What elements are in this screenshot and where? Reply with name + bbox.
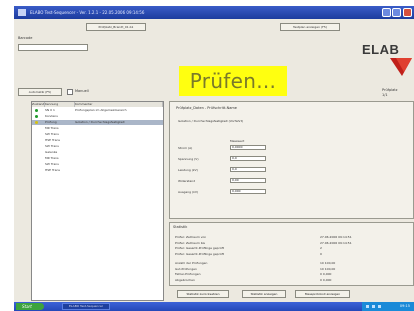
- measurement-label: Strom (A): [178, 146, 193, 150]
- close-button[interactable]: [403, 8, 412, 17]
- list-item[interactable]: SN 0 1 Prüfungsplan im Allgemeinbereich: [32, 108, 163, 113]
- barcode-label: Barcode: [18, 36, 33, 40]
- application-screen: ELABO Test-Sequencer - Ver. 1.2.1 - 22.0…: [14, 6, 414, 311]
- minimize-button[interactable]: [382, 8, 391, 17]
- statistics-label: Fehler-Prüfungen: [175, 272, 201, 276]
- app-icon: [18, 9, 26, 16]
- taskbar-item-sequencer[interactable]: ELABO Test-Sequencer: [62, 303, 110, 310]
- statistics-value: 27.06.2006 09:14:51: [320, 240, 352, 245]
- statistics-label: Prüfer: Zeitraum bis: [175, 240, 205, 245]
- title-bar: ELABO Test-Sequencer - Ver. 1.2.1 - 22.0…: [14, 6, 414, 19]
- measurement-label: Leistung (kV): [178, 168, 198, 172]
- list-item-code: Gelenke: [45, 150, 58, 154]
- statistics-label: Abgebrochen: [175, 277, 195, 282]
- test-step-list[interactable]: Zustand Kennung Kommentar SN 0 1 Prüfungs…: [31, 101, 164, 301]
- measurement-value-field[interactable]: 0,0: [230, 156, 266, 161]
- statistics-label: Anzahl der Prüfungen: [175, 261, 208, 265]
- manuell-label: Manuell: [75, 89, 89, 93]
- barcode-input[interactable]: [18, 44, 88, 51]
- statistics-value: 10 100,00: [320, 261, 336, 265]
- statistics-value: 0 0,000: [320, 272, 332, 276]
- list-item-comment: Isolation / Durchschlagsfestigkeit: [75, 120, 125, 124]
- logo-text: ELAB: [362, 42, 400, 57]
- network-icon[interactable]: [366, 305, 369, 308]
- reset-statistics-button[interactable]: Statistik zurücksetzen: [177, 290, 229, 298]
- tab-pruefplatz[interactable]: Prüfplatz_Brandt_01.b1: [86, 23, 146, 31]
- pruefplatz-value: 1/1: [382, 93, 388, 97]
- start-button[interactable]: Start: [16, 303, 44, 310]
- measurement-label: Ausgang (kV): [178, 190, 199, 194]
- testplan-button[interactable]: Testplan anzeigen (F5): [280, 23, 340, 31]
- measurement-value-field[interactable]: 0,00: [230, 178, 266, 183]
- taskbar: Start ELABO Test-Sequencer 09:15: [14, 302, 414, 311]
- statistics-label: Prüfer: Zeitraum von: [175, 235, 207, 239]
- automatik-button[interactable]: Automatik (F5): [18, 88, 62, 96]
- list-item[interactable]: SW Trans: [32, 132, 163, 137]
- maximize-button[interactable]: [392, 8, 401, 17]
- list-item-code: SW Trans: [45, 162, 59, 166]
- list-item-code: HSE Trans: [45, 138, 60, 142]
- measurement-label: Widerstand: [178, 179, 196, 183]
- clock: 09:15: [399, 304, 410, 308]
- list-item-code: MR Trans: [45, 156, 59, 160]
- statistics-label: Prüfer: Gesamt-Prüflinge geprüft: [175, 251, 224, 256]
- measurement-panel: Prüfplatz_Daten - Prüfschritt-Name Isola…: [169, 101, 414, 219]
- list-header-kennung[interactable]: Kennung: [45, 102, 75, 107]
- antivirus-icon[interactable]: [378, 305, 381, 308]
- show-report-button[interactable]: Messprotokoll anzeigen: [295, 290, 350, 298]
- list-item[interactable]: HSE Trans: [32, 138, 163, 143]
- status-banner: Prüfen...: [179, 66, 287, 96]
- statistics-value: 0 0,000: [320, 277, 332, 282]
- status-dot-icon: [35, 109, 38, 112]
- status-dot-icon: [35, 115, 38, 118]
- pruefplatz-label: Prüfplatz: [382, 88, 398, 92]
- list-item[interactable]: MR Trans: [32, 126, 163, 131]
- statistics-value: 0: [320, 251, 322, 256]
- list-item[interactable]: HSE Trans: [32, 168, 163, 173]
- list-item[interactable]: Kondens: [32, 114, 163, 119]
- statistics-panel: Statistik Prüfer: Zeitraum von 27.06.2006…: [169, 222, 414, 286]
- list-item[interactable]: Prüfung Isolation / Durchschlagsfestigkei…: [32, 120, 163, 125]
- statistics-label: Gut-Prüfungen: [175, 266, 197, 271]
- statistics-label: Prüfer: Gesamt-Prüflinge geprüft: [175, 246, 224, 250]
- list-item[interactable]: SW Trans: [32, 144, 163, 149]
- show-statistics-button[interactable]: Statistik anzeigen: [242, 290, 286, 298]
- measurement-panel-title: Prüfplatz_Daten - Prüfschritt-Name: [176, 106, 237, 110]
- list-item-code: MR Trans: [45, 126, 59, 130]
- statistics-value: 2: [320, 246, 322, 250]
- statistics-value: 27.06.2006 09:14:51: [320, 235, 352, 239]
- list-item-code: SN 0 1: [45, 108, 55, 112]
- system-tray: 09:15: [362, 302, 414, 311]
- list-item[interactable]: Gelenke: [32, 150, 163, 155]
- measurement-value-field[interactable]: 0,0000: [230, 145, 266, 150]
- list-header-kommentar[interactable]: Kommentar: [75, 102, 163, 107]
- measurement-value-field[interactable]: 0,000: [230, 189, 266, 194]
- statistics-panel-title: Statistik: [173, 225, 188, 229]
- measurement-value-field[interactable]: 0,0: [230, 167, 266, 172]
- measurement-label: Spannung (V): [178, 157, 199, 161]
- list-item[interactable]: SW Trans: [32, 162, 163, 167]
- status-dot-icon: [35, 121, 38, 124]
- volume-icon[interactable]: [372, 305, 375, 308]
- list-item-code: SW Trans: [45, 144, 59, 148]
- list-item[interactable]: MR Trans: [32, 156, 163, 161]
- list-item-code: Prüfung: [45, 120, 57, 124]
- list-item-code: HSE Trans: [45, 168, 60, 172]
- statistics-value: 10 100,00: [320, 266, 336, 271]
- manuell-checkbox[interactable]: [67, 89, 73, 95]
- list-item-code: SW Trans: [45, 132, 59, 136]
- measurement-column-header: Messwert: [230, 139, 245, 143]
- window-title: ELABO Test-Sequencer - Ver. 1.2.1 - 22.0…: [30, 10, 145, 15]
- measurement-step-name: Isolation / Durchschlagsfestigkeit (Vorf…: [178, 119, 244, 123]
- list-item-comment: Prüfungsplan im Allgemeinbereich: [75, 108, 127, 112]
- list-item-code: Kondens: [45, 114, 58, 118]
- elabo-logo: ELAB: [362, 42, 414, 78]
- list-header-zustand[interactable]: Zustand: [32, 102, 45, 107]
- logo-mark-icon: [390, 58, 412, 76]
